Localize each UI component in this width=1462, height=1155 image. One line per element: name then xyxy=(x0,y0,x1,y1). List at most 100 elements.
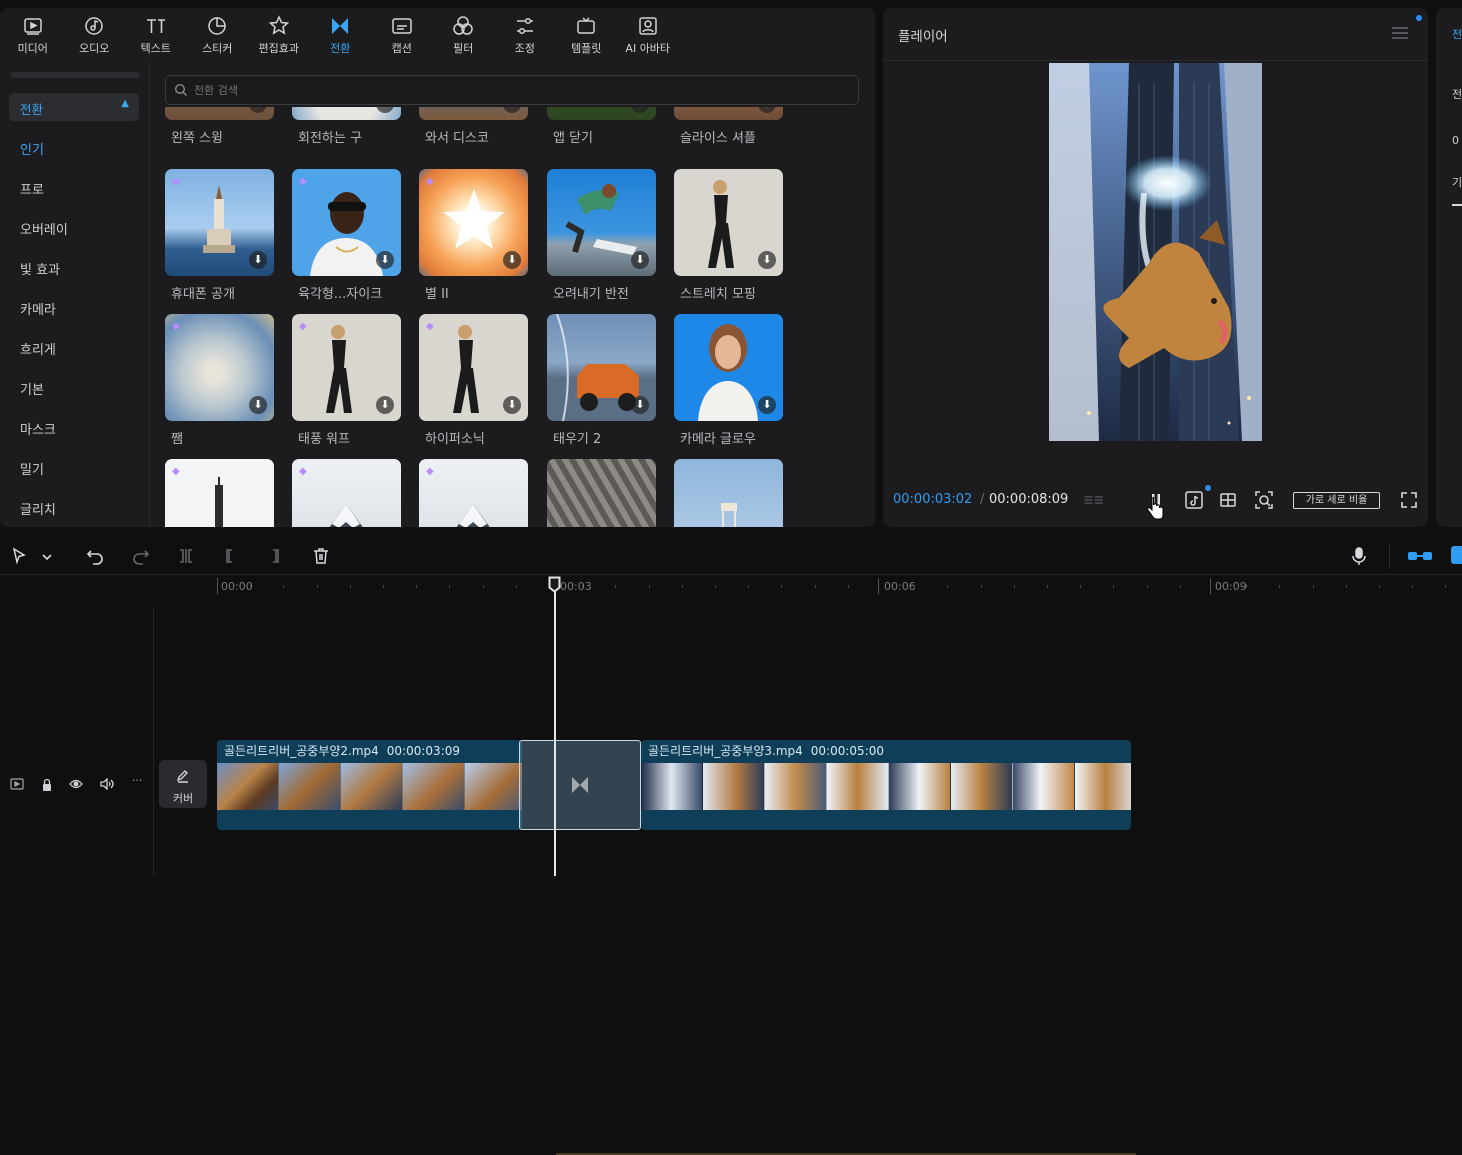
mountain-illustration xyxy=(456,504,490,527)
download-icon[interactable]: ⬇ xyxy=(376,396,394,414)
tool-label: 오디오 xyxy=(79,41,110,55)
download-icon[interactable]: ⬇ xyxy=(758,107,776,113)
grid-view-icon[interactable] xyxy=(1217,489,1239,511)
select-cursor-icon[interactable] xyxy=(10,546,30,566)
ruler-minor-tick xyxy=(715,585,716,588)
waveform-icon[interactable] xyxy=(1083,489,1105,511)
sidebar-item-overlay[interactable]: 오버레이 xyxy=(20,219,68,238)
tiktok-icon[interactable] xyxy=(1183,489,1205,511)
player-title: 플레이어 xyxy=(898,29,948,45)
ruler-minor-tick xyxy=(1345,585,1347,588)
download-icon[interactable]: ⬇ xyxy=(758,396,776,414)
search-input[interactable] xyxy=(194,81,794,99)
ruler-minor-tick xyxy=(582,585,584,588)
sidebar-item-push[interactable]: 밀기 xyxy=(20,459,44,478)
sidebar-item-glitch[interactable]: 글리치 xyxy=(20,499,56,518)
tool-text[interactable]: 텍스트 xyxy=(125,8,187,62)
download-icon[interactable]: ⬇ xyxy=(758,251,776,269)
trim-left-icon[interactable] xyxy=(222,546,242,566)
track-header: ··· xyxy=(0,606,154,876)
trim-right-icon[interactable] xyxy=(264,546,284,566)
tool-caption[interactable]: 캡션 xyxy=(371,8,433,62)
download-icon[interactable]: ⬇ xyxy=(249,107,267,113)
sidebar-item-pro[interactable]: 프로 xyxy=(20,179,44,198)
premium-gem-icon: ◆ xyxy=(172,466,180,477)
chevron-up-icon: ▲ xyxy=(121,98,129,109)
video-preview[interactable] xyxy=(1049,63,1262,441)
cover-button[interactable]: 커버 xyxy=(159,760,207,808)
volume-icon[interactable] xyxy=(98,777,116,792)
video-clip[interactable]: 골든리트리버_공중부양2.mp4 00:00:03:09 xyxy=(217,740,522,830)
clip-frame xyxy=(765,763,827,810)
right-panel-tab[interactable]: 전 xyxy=(1452,26,1462,42)
ruler-minor-tick xyxy=(416,585,418,588)
clip-frame xyxy=(951,763,1013,810)
slider-track[interactable] xyxy=(1452,204,1462,206)
tool-media[interactable]: 미디어 xyxy=(2,8,64,62)
screenshot-icon[interactable] xyxy=(1253,489,1275,511)
transition-label: 오려내기 반전 xyxy=(553,287,629,302)
tool-audio[interactable]: 오디오 xyxy=(64,8,126,62)
download-icon[interactable]: ⬇ xyxy=(376,107,394,113)
tool-effects[interactable]: 편집효과 xyxy=(248,8,310,62)
video-clip[interactable]: 골든리트리버_공중부양3.mp4 00:00:05:00 xyxy=(641,740,1131,830)
aspect-ratio-button[interactable]: 가로 세로 비율 xyxy=(1293,492,1380,509)
preview-axis-toggle[interactable] xyxy=(1451,546,1462,564)
download-icon[interactable]: ⬇ xyxy=(631,107,649,113)
sidebar-item-camera[interactable]: 카메라 xyxy=(20,299,56,318)
download-icon[interactable]: ⬇ xyxy=(249,251,267,269)
lock-icon[interactable] xyxy=(38,778,56,792)
download-icon[interactable]: ⬇ xyxy=(376,251,394,269)
eye-icon[interactable] xyxy=(67,778,85,792)
search-box[interactable] xyxy=(165,75,859,105)
ai-avatar-icon xyxy=(639,16,657,35)
clip-label: 골든리트리버_공중부양3.mp4 00:00:05:00 xyxy=(648,742,884,759)
sidebar-item-mask[interactable]: 마스크 xyxy=(20,419,56,438)
sidebar-item-light[interactable]: 빛 효과 xyxy=(20,259,60,278)
tool-sticker[interactable]: 스티커 xyxy=(187,8,249,62)
playhead-line[interactable] xyxy=(554,578,556,876)
chevron-down-icon[interactable] xyxy=(38,546,56,566)
download-icon[interactable]: ⬇ xyxy=(631,251,649,269)
hamburger-menu-icon[interactable] xyxy=(1392,27,1408,39)
transition-grid: ⬇ 왼쪽 스윙 ⬇ 회전하는 구 ⬇ 와서 디스코 ⬇ 앱 닫기 ⬇ 슬라이스 … xyxy=(150,107,875,527)
split-icon[interactable] xyxy=(176,546,196,566)
transition-thumbnail: ◆ ⬇ xyxy=(292,169,401,276)
magnet-link-icon[interactable] xyxy=(1406,546,1434,566)
fullscreen-icon[interactable] xyxy=(1398,489,1420,511)
category-transition[interactable]: 전환 ▲ xyxy=(9,93,139,121)
ruler-minor-tick xyxy=(515,585,517,588)
download-icon[interactable]: ⬇ xyxy=(503,107,521,113)
microphone-icon[interactable] xyxy=(1349,546,1369,566)
edit-pencil-icon xyxy=(176,770,188,783)
undo-icon[interactable] xyxy=(85,546,105,566)
redo-icon[interactable] xyxy=(131,546,151,566)
current-timecode: 00:00:03:02 xyxy=(893,492,973,507)
sidebar-item-popular[interactable]: 인기 xyxy=(20,139,44,158)
premium-gem-icon: ◆ xyxy=(172,176,180,187)
tool-ai-avatar[interactable]: AI 아바타 xyxy=(617,8,679,62)
more-options-icon[interactable]: ··· xyxy=(128,774,146,788)
sidebar-item-blur[interactable]: 흐리게 xyxy=(20,339,56,358)
transition-thumbnail: ◆ xyxy=(165,459,274,527)
download-icon[interactable]: ⬇ xyxy=(249,396,267,414)
transition-overlay[interactable] xyxy=(519,740,641,830)
properties-panel: 전 전 0 기 xyxy=(1436,8,1462,527)
track-video-icon[interactable] xyxy=(8,778,26,792)
download-icon[interactable]: ⬇ xyxy=(503,251,521,269)
download-icon[interactable]: ⬇ xyxy=(631,396,649,414)
download-icon[interactable]: ⬇ xyxy=(503,396,521,414)
delete-icon[interactable] xyxy=(311,546,331,566)
transition-thumbnail xyxy=(674,459,783,527)
tool-adjust[interactable]: 조정 xyxy=(494,8,556,62)
tool-filter[interactable]: 필터 xyxy=(433,8,495,62)
ruler-label: 00:09 xyxy=(1215,580,1247,593)
transition-thumbnail: ◆ xyxy=(292,459,401,527)
tool-template[interactable]: 템플릿 xyxy=(556,8,618,62)
ruler-minor-tick xyxy=(847,585,849,588)
playhead-handle-icon[interactable] xyxy=(548,576,561,593)
tool-transition[interactable]: 전환 xyxy=(310,8,372,62)
sidebar-item-basic[interactable]: 기본 xyxy=(20,379,44,398)
effects-icon xyxy=(268,14,290,35)
tool-label: 텍스트 xyxy=(140,41,171,55)
